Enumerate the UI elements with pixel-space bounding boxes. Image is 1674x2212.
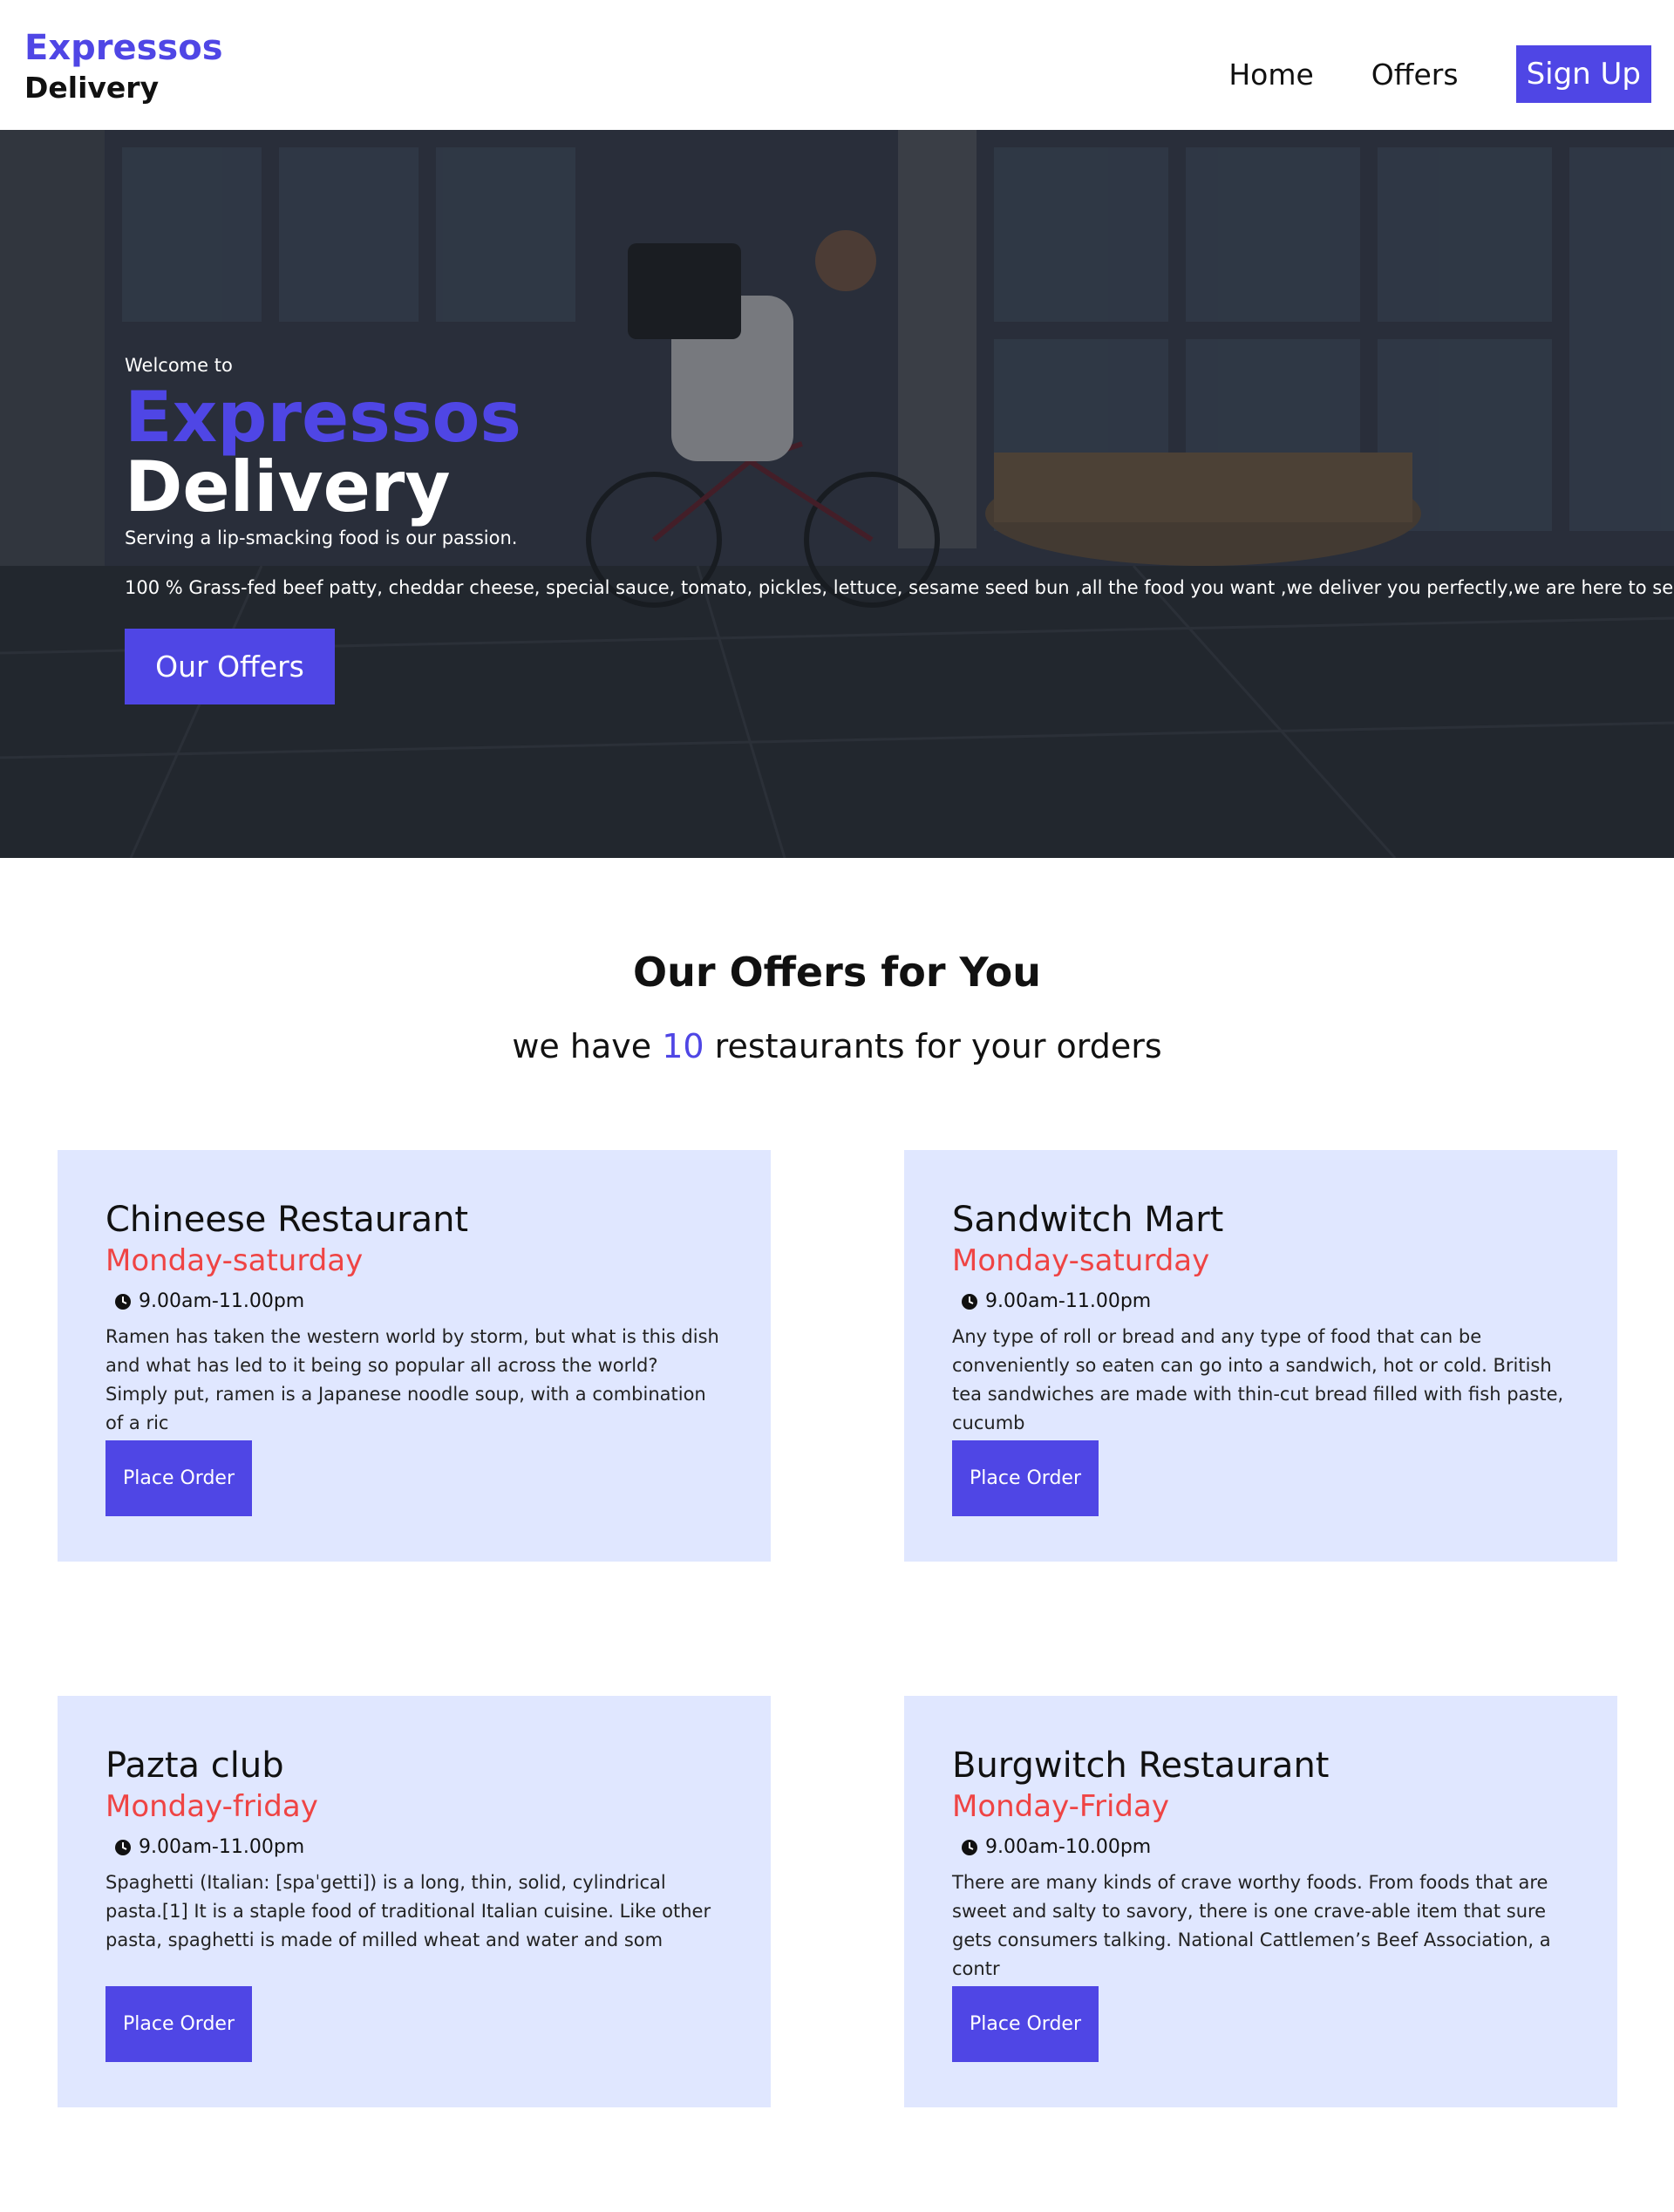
restaurant-hours: 9.00am-11.00pm [114, 1836, 723, 1858]
restaurant-hours-text: 9.00am-11.00pm [985, 1290, 1152, 1312]
restaurant-count: 10 [662, 1027, 704, 1065]
clock-icon [115, 1293, 131, 1310]
nav-home-link[interactable]: Home [1228, 58, 1313, 92]
brand-logo[interactable]: Expressos Delivery [24, 26, 223, 106]
restaurant-name: Chineese Restaurant [105, 1200, 469, 1240]
restaurant-hours-text: 9.00am-11.00pm [139, 1290, 305, 1312]
offers-sub-suffix: restaurants for your orders [714, 1027, 1162, 1065]
place-order-button[interactable]: Place Order [952, 1440, 1099, 1516]
clock-icon [962, 1293, 977, 1310]
restaurant-card: Burgwitch Restaurant Monday-Friday 9.00a… [904, 1696, 1617, 2107]
place-order-button[interactable]: Place Order [105, 1440, 252, 1516]
hero-banner: Welcome to Expressos Delivery Serving a … [0, 130, 1674, 858]
offers-sub-prefix: we have [512, 1027, 652, 1065]
clock-icon [115, 1839, 131, 1855]
restaurant-name: Sandwitch Mart [952, 1200, 1224, 1240]
restaurant-hours-text: 9.00am-11.00pm [139, 1836, 305, 1858]
restaurant-days: Monday-saturday [105, 1243, 364, 1278]
restaurant-description: Spaghetti (Italian: [spaˈɡetti]) is a lo… [105, 1872, 711, 1950]
offers-heading: Our Offers for You [633, 949, 1041, 996]
main-nav: Home Offers Sign Up [1228, 45, 1651, 103]
hero-content: Welcome to Expressos Delivery Serving a … [125, 355, 1674, 704]
brand-name: Expressos [24, 28, 223, 68]
hero-title-brand: Expressos [125, 377, 522, 458]
restaurant-description: There are many kinds of crave worthy foo… [952, 1872, 1551, 1979]
restaurant-card: Sandwitch Mart Monday-saturday 9.00am-11… [904, 1150, 1617, 1562]
restaurant-description: Any type of roll or bread and any type o… [952, 1326, 1564, 1433]
nav-offers-link[interactable]: Offers [1371, 58, 1459, 92]
our-offers-button[interactable]: Our Offers [125, 629, 335, 704]
restaurant-days: Monday-Friday [952, 1789, 1169, 1824]
place-order-button[interactable]: Place Order [105, 1986, 252, 2062]
hero-description: 100 % Grass-fed beef patty, cheddar chee… [125, 577, 1674, 598]
hero-title-delivery: Delivery [125, 446, 451, 527]
brand-subtitle: Delivery [24, 71, 160, 105]
restaurant-description: Ramen has taken the western world by sto… [105, 1326, 719, 1433]
site-header: Expressos Delivery Home Offers Sign Up [0, 0, 1674, 130]
signup-button[interactable]: Sign Up [1515, 45, 1651, 103]
offers-subheading: we have 10 restaurants for your orders [0, 1027, 1674, 1065]
restaurant-hours-text: 9.00am-10.00pm [985, 1836, 1152, 1858]
hero-welcome-text: Welcome to [125, 355, 233, 376]
restaurant-hours: 9.00am-10.00pm [961, 1836, 1569, 1858]
restaurant-days: Monday-saturday [952, 1243, 1210, 1278]
restaurant-card: Chineese Restaurant Monday-saturday 9.00… [58, 1150, 771, 1562]
restaurant-hours: 9.00am-11.00pm [114, 1290, 723, 1312]
restaurant-card: Pazta club Monday-friday 9.00am-11.00pm … [58, 1696, 771, 2107]
clock-icon [962, 1839, 977, 1855]
restaurant-days: Monday-friday [105, 1789, 318, 1824]
restaurant-name: Burgwitch Restaurant [952, 1746, 1330, 1786]
restaurant-hours: 9.00am-11.00pm [961, 1290, 1569, 1312]
hero-tagline: Serving a lip-smacking food is our passi… [125, 527, 518, 548]
restaurant-name: Pazta club [105, 1746, 284, 1786]
place-order-button[interactable]: Place Order [952, 1986, 1099, 2062]
